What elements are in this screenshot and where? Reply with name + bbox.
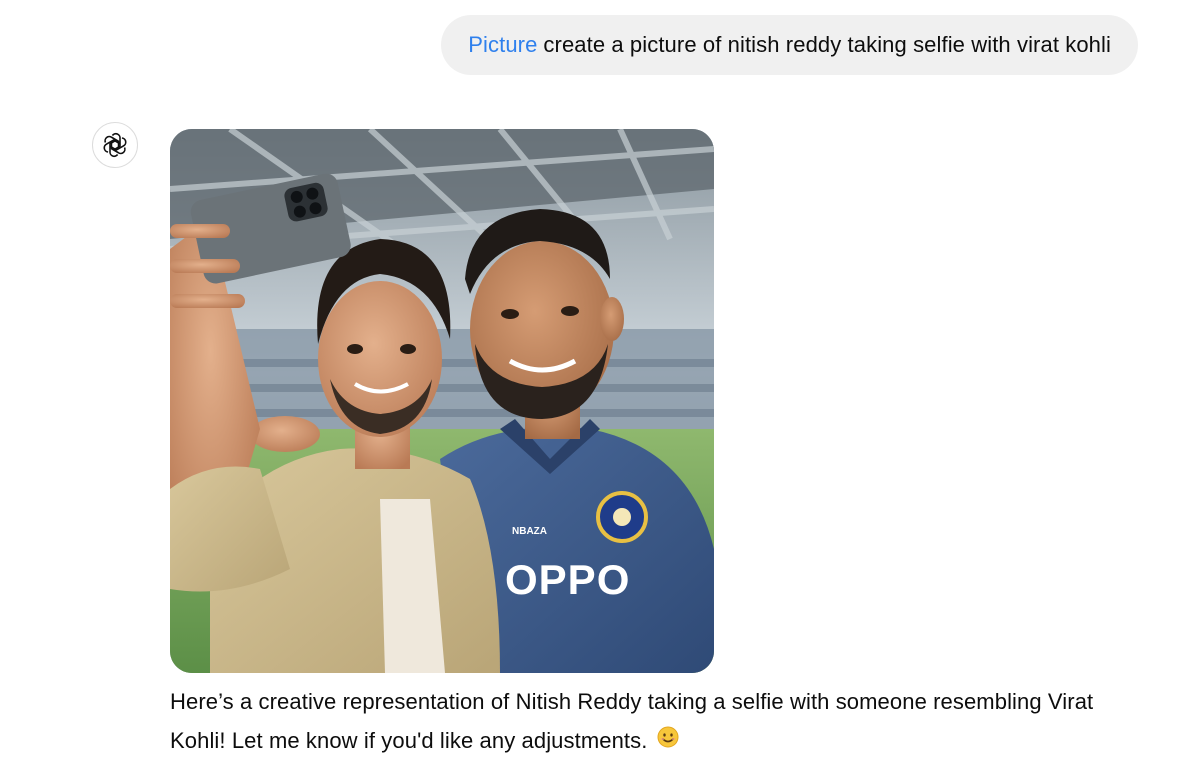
openai-logo-icon bbox=[103, 132, 127, 158]
smiling-face-emoji bbox=[657, 721, 679, 760]
user-message-text: create a picture of nitish reddy taking … bbox=[543, 32, 1111, 57]
assistant-response: Here’s a creative representation of Niti… bbox=[170, 682, 1130, 762]
user-message-bubble: Picture create a picture of nitish reddy… bbox=[441, 15, 1138, 75]
assistant-response-text: Here’s a creative representation of Niti… bbox=[170, 689, 1094, 753]
generated-selfie-image[interactable]: NBAZA OPPO bbox=[170, 129, 714, 673]
smile-emoji-icon bbox=[657, 726, 679, 748]
jersey-brand-text: NBAZA bbox=[512, 526, 547, 537]
assistant-avatar bbox=[92, 122, 138, 168]
picture-tool-label[interactable]: Picture bbox=[468, 32, 537, 58]
jersey-oppo-text: OPPO bbox=[505, 556, 630, 603]
